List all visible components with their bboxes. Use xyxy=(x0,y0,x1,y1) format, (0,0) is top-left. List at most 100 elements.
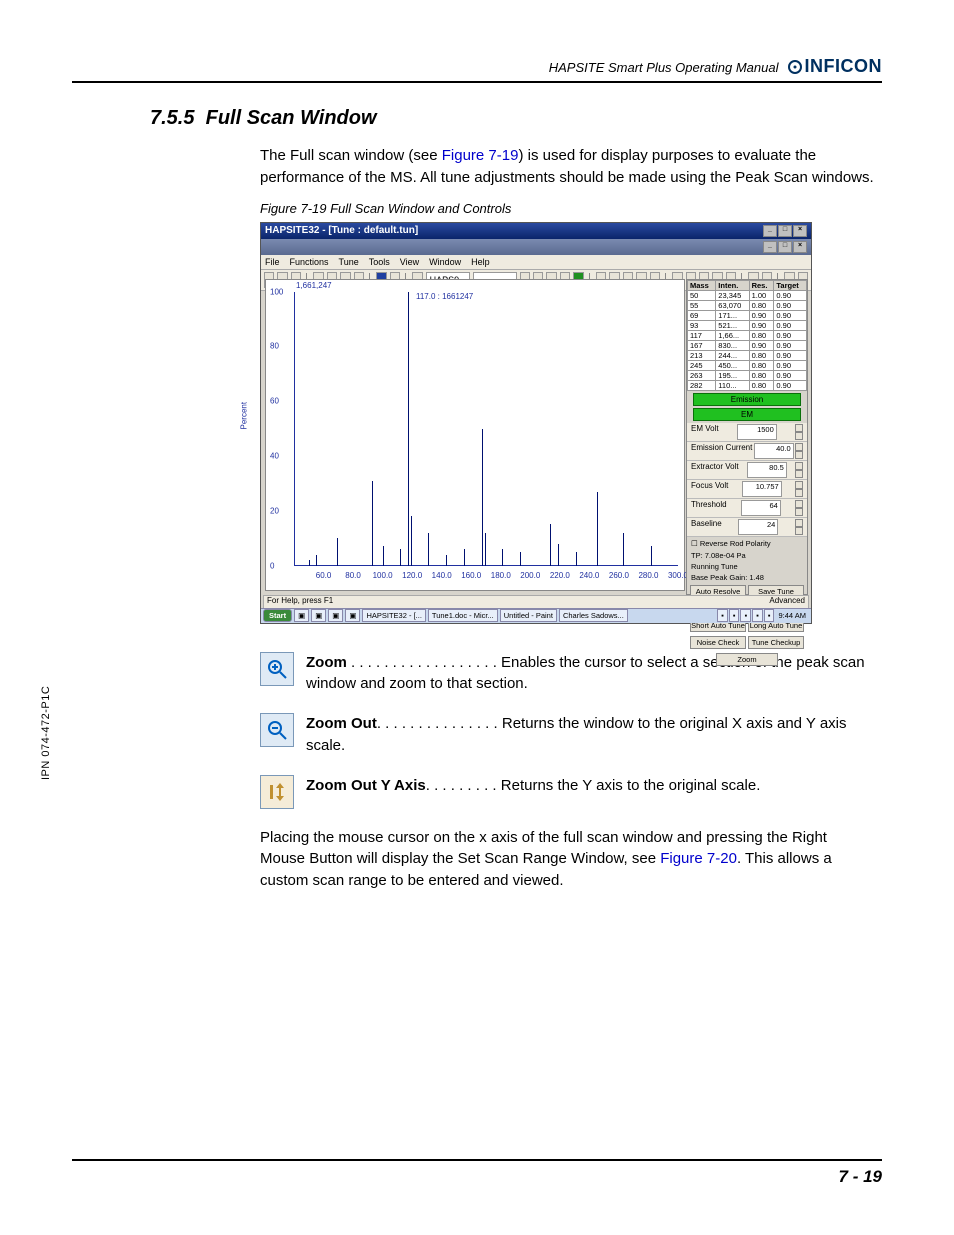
menu-view[interactable]: View xyxy=(400,257,419,267)
close-icon[interactable]: × xyxy=(793,225,807,237)
zoom-label: Zoom xyxy=(306,654,347,671)
chart-x-tick: 120.0 xyxy=(402,571,422,580)
table-row[interactable]: 263195...0.800.90 xyxy=(688,370,807,380)
tray-icon[interactable]: ▪ xyxy=(752,609,763,622)
tune-param-value[interactable]: 10.757 xyxy=(742,481,782,497)
closing-paragraph: Placing the mouse cursor on the x axis o… xyxy=(260,827,874,892)
tune-param-value[interactable]: 80.5 xyxy=(747,462,787,478)
chart-y-tick: 60 xyxy=(270,397,279,406)
ipn-code: IPN 074-472-P1C xyxy=(40,686,52,780)
figure-caption: Figure 7-19 Full Scan Window and Control… xyxy=(260,201,874,216)
tune-param-value[interactable]: 24 xyxy=(738,519,778,535)
menu-file[interactable]: File xyxy=(265,257,280,267)
tray-icon[interactable]: ▪ xyxy=(740,609,751,622)
tp-readout: TP: 7.08e-04 Pa xyxy=(687,550,807,561)
mass-table-header: Res. xyxy=(749,280,774,290)
start-button[interactable]: Start xyxy=(263,609,292,622)
quicklaunch[interactable]: ▣ xyxy=(294,609,309,622)
chart-peak xyxy=(597,492,598,566)
chart-x-tick: 220.0 xyxy=(550,571,570,580)
taskbar-item[interactable]: HAPSITE32 - [... xyxy=(362,609,425,622)
chart-peak xyxy=(383,546,384,565)
chart-x-tick: 300.0 xyxy=(668,571,688,580)
section-heading: 7.5.5 Full Scan Window xyxy=(150,107,882,130)
chart-peak xyxy=(520,552,521,566)
mass-table-header: Target xyxy=(774,280,807,290)
zoom-button[interactable]: Zoom xyxy=(716,653,778,666)
table-row[interactable]: 167830...0.900.90 xyxy=(688,340,807,350)
table-row[interactable]: 93521...0.900.90 xyxy=(688,320,807,330)
maximize-icon[interactable]: □ xyxy=(778,225,792,237)
zoom-out-y-desc: Returns the Y axis to the original scale… xyxy=(501,777,761,794)
figure-7-20-link[interactable]: Figure 7-20 xyxy=(660,850,737,867)
table-row[interactable]: 245450...0.800.90 xyxy=(688,360,807,370)
chart-peak xyxy=(576,552,577,566)
table-row[interactable]: 282110...0.800.90 xyxy=(688,380,807,390)
quicklaunch[interactable]: ▣ xyxy=(328,609,343,622)
em-button[interactable]: EM xyxy=(693,408,801,421)
spinner-icon[interactable] xyxy=(795,424,803,440)
table-row[interactable]: 5023,3451.000.90 xyxy=(688,290,807,300)
reverse-rod-polarity-checkbox[interactable]: ☐ Reverse Rod Polarity xyxy=(687,537,807,550)
windows-taskbar: Start ▣ ▣ ▣ ▣ HAPSITE32 - [... Tune1.doc… xyxy=(261,608,811,623)
section-number: 7.5.5 xyxy=(150,107,194,129)
tune-param-value[interactable]: 64 xyxy=(741,500,781,516)
menu-tools[interactable]: Tools xyxy=(369,257,390,267)
chart-y-tick: 0 xyxy=(270,561,274,570)
tune-status-line1: Running Tune xyxy=(687,561,807,572)
spinner-icon[interactable] xyxy=(795,443,803,459)
tray-icon[interactable]: ▪ xyxy=(717,609,728,622)
chart-x-tick: 180.0 xyxy=(491,571,511,580)
spinner-icon[interactable] xyxy=(795,500,803,516)
quicklaunch[interactable]: ▣ xyxy=(311,609,326,622)
spinner-icon[interactable] xyxy=(795,481,803,497)
tune-param-value[interactable]: 40.0 xyxy=(754,443,794,459)
table-row[interactable]: 1171,66...0.800.90 xyxy=(688,330,807,340)
chart-x-tick: 140.0 xyxy=(432,571,452,580)
menu-help[interactable]: Help xyxy=(471,257,490,267)
spinner-icon[interactable] xyxy=(795,519,803,535)
mdi-titlebar: _ □ × xyxy=(261,239,811,255)
taskbar-item[interactable]: Charles Sadows... xyxy=(559,609,628,622)
zoom-out-y-axis-icon xyxy=(260,775,294,809)
mdi-close-icon[interactable]: × xyxy=(793,241,807,253)
table-row[interactable]: 5563,0700.800.90 xyxy=(688,300,807,310)
taskbar-item[interactable]: Tune1.doc - Micr... xyxy=(428,609,498,622)
table-row[interactable]: 69171...0.900.90 xyxy=(688,310,807,320)
logo-text: INFICON xyxy=(805,56,883,77)
status-bar: For Help, press F1 Advanced xyxy=(263,595,809,609)
emission-button[interactable]: Emission xyxy=(693,393,801,406)
chart-peak xyxy=(464,549,465,565)
tray-icon[interactable]: ▪ xyxy=(729,609,740,622)
system-tray: ▪ ▪ ▪ ▪ ▪ 9:44 AM xyxy=(717,609,809,622)
table-row[interactable]: 213244...0.800.90 xyxy=(688,350,807,360)
mdi-minimize-icon[interactable]: _ xyxy=(763,241,777,253)
menu-bar: File Functions Tune Tools View Window He… xyxy=(261,255,811,270)
spinner-icon[interactable] xyxy=(795,462,803,478)
taskbar-item[interactable]: Untitled - Paint xyxy=(500,609,557,622)
menu-functions[interactable]: Functions xyxy=(290,257,329,267)
full-scan-chart[interactable]: 1,661,247 117.0 : 1661247 02040608010060… xyxy=(265,279,685,591)
menu-window[interactable]: Window xyxy=(429,257,461,267)
tune-param-value[interactable]: 1500 xyxy=(737,424,777,440)
panel-button[interactable]: Noise Check xyxy=(690,636,746,649)
mdi-maximize-icon[interactable]: □ xyxy=(778,241,792,253)
tray-icon[interactable]: ▪ xyxy=(764,609,775,622)
taskbar-clock: 9:44 AM xyxy=(775,611,809,620)
menu-tune[interactable]: Tune xyxy=(339,257,359,267)
figure-7-19-link[interactable]: Figure 7-19 xyxy=(442,147,519,164)
tune-param-row: Baseline24 xyxy=(687,518,807,537)
quicklaunch[interactable]: ▣ xyxy=(345,609,360,622)
chart-x-tick: 240.0 xyxy=(579,571,599,580)
manual-title: HAPSITE Smart Plus Operating Manual xyxy=(549,60,779,77)
chart-y-tick: 80 xyxy=(270,342,279,351)
panel-button[interactable]: Tune Checkup xyxy=(748,636,804,649)
section-title-text: Full Scan Window xyxy=(206,107,377,129)
page-header: HAPSITE Smart Plus Operating Manual INFI… xyxy=(72,56,882,83)
zoom-out-label: Zoom Out xyxy=(306,715,377,732)
page-footer: 7 - 19 xyxy=(72,1159,882,1187)
tune-side-panel: MassInten.Res.Target 5023,3451.000.90556… xyxy=(686,279,808,595)
minimize-icon[interactable]: _ xyxy=(763,225,777,237)
logo-icon xyxy=(787,59,803,75)
mass-table-header: Mass xyxy=(688,280,716,290)
